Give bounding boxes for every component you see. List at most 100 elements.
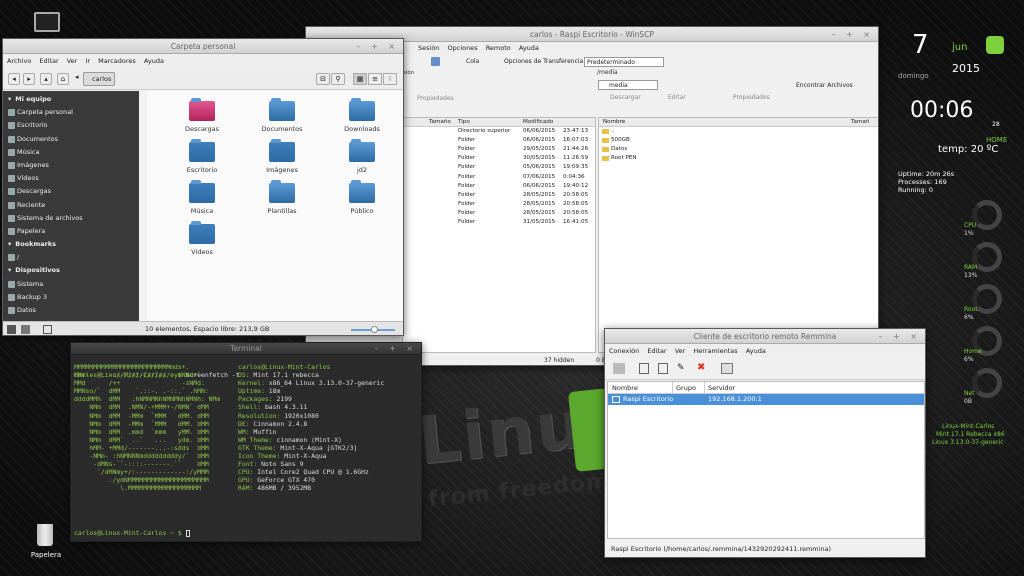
file-row[interactable]: Folder 05/06/2015 19:09:35 — [403, 163, 595, 172]
menu-sesion[interactable]: Sesión — [418, 44, 439, 52]
col-size[interactable]: Tamañ — [851, 118, 869, 127]
col-servidor[interactable]: Servidor — [704, 382, 735, 394]
zoom-slider-handle[interactable] — [371, 326, 378, 333]
edit-button[interactable]: Editar — [668, 94, 686, 101]
col-modified[interactable]: Modificado — [523, 118, 553, 127]
terminal-window[interactable]: Terminal – + × carlos@Linux-Mint-Carlos ~… — [70, 342, 422, 542]
sidebar-item[interactable]: Sistema — [3, 278, 139, 291]
menu-ir[interactable]: Ir — [85, 57, 90, 65]
sidebar-item[interactable]: Documentos — [3, 133, 139, 146]
window-controls[interactable]: – + × — [357, 39, 400, 54]
menu-remoto[interactable]: Remoto — [486, 44, 511, 52]
folder-item[interactable]: Plantillas — [247, 180, 317, 215]
menu-ver[interactable]: Ver — [675, 347, 686, 355]
sidebar-item[interactable]: Vídeos — [3, 172, 139, 185]
folder-item[interactable]: Público — [327, 180, 397, 215]
winscp-left-filelist[interactable]: Tamaño Tipo Modificado Directorio superi… — [402, 117, 596, 353]
up-icon[interactable]: ▴ — [40, 73, 52, 85]
file-row[interactable]: Datos — [599, 145, 878, 154]
sidebar-item[interactable]: / — [3, 251, 139, 264]
edit-icon[interactable]: ✎ — [677, 363, 687, 374]
sidebar-item[interactable]: Papelera — [3, 225, 139, 238]
trash-desktop-icon[interactable] — [37, 524, 53, 546]
file-row[interactable]: 500GB — [599, 136, 878, 145]
folder-item[interactable]: jd2 — [327, 139, 397, 174]
delete-icon[interactable]: ✖ — [697, 362, 707, 373]
menu-marcadores[interactable]: Marcadores — [98, 57, 136, 65]
file-row[interactable]: Folder 28/05/2015 20:58:05 — [403, 191, 595, 200]
sidebar-item[interactable]: Descargas — [3, 185, 139, 198]
list-view-icon[interactable]: ≡ — [368, 73, 382, 85]
download-button[interactable]: Descargar — [610, 94, 641, 101]
file-row[interactable]: Folder 29/05/2015 21:44:26 — [403, 145, 595, 154]
folder-item[interactable]: Escritorio — [167, 139, 237, 174]
props-button[interactable]: Propiedades — [733, 94, 770, 101]
folder-item[interactable]: Música — [167, 180, 237, 215]
menu-herramientas[interactable]: Herramientas — [693, 347, 737, 355]
folder-item[interactable]: Documentos — [247, 98, 317, 133]
folder-item[interactable]: Descargas — [167, 98, 237, 133]
forward-icon[interactable]: ▸ — [23, 73, 35, 85]
folder-item[interactable]: Vídeos — [167, 221, 237, 256]
menu-archivo[interactable]: Archivo — [7, 57, 31, 65]
zoom-icon[interactable]: ⊟ — [316, 73, 330, 85]
tree-icon[interactable] — [21, 325, 30, 334]
expander-icon[interactable]: ▾ — [8, 266, 11, 274]
expander-icon[interactable]: ▾ — [8, 240, 11, 248]
find-files-button[interactable]: Encontrar Archivos — [796, 82, 853, 89]
file-row[interactable]: Folder 06/06/2015 19:40:12 — [403, 182, 595, 191]
expander-icon[interactable]: ▾ — [8, 95, 11, 103]
search-icon[interactable]: ⚲ — [331, 73, 345, 85]
panel-icon[interactable] — [43, 325, 52, 334]
compact-view-icon[interactable]: ⁝ — [383, 73, 397, 85]
menu-ver[interactable]: Ver — [67, 57, 78, 65]
terminal-titlebar[interactable]: Terminal – + × — [71, 343, 421, 355]
menu-ayuda[interactable]: Ayuda — [746, 347, 766, 355]
remmina-list[interactable]: Nombre Grupo Servidor Raspi Escritorio 1… — [607, 381, 925, 539]
folder-item[interactable]: Imágenes — [247, 139, 317, 174]
file-row[interactable]: Folder 28/05/2015 20:58:05 — [403, 209, 595, 218]
sidebar-item[interactable]: Escritorio — [3, 119, 139, 132]
file-row[interactable]: Folder 06/06/2015 16:07:03 — [403, 136, 595, 145]
file-row[interactable]: Folder 07/06/2015 0:04:36 — [403, 173, 595, 182]
menu-conexion[interactable]: Conexión — [609, 347, 639, 355]
computer-desktop-icon[interactable] — [34, 12, 60, 32]
menu-ayuda[interactable]: Ayuda — [519, 44, 539, 52]
col-size[interactable]: Tamaño — [429, 118, 451, 127]
menu-opciones[interactable]: Opciones — [448, 44, 478, 52]
window-controls[interactable]: – + × — [832, 27, 875, 42]
winscp-right-filelist[interactable]: Nombre Tamañ .. 500GB Datos Root PEN — [598, 117, 878, 353]
connect-icon[interactable] — [613, 363, 625, 374]
menu-editar[interactable]: Editar — [39, 57, 58, 65]
fm-titlebar[interactable]: Carpeta personal – + × — [3, 39, 403, 54]
path-button-carlos[interactable]: carlos — [83, 72, 115, 86]
col-grupo[interactable]: Grupo — [672, 382, 696, 394]
icon-view-icon[interactable]: ▦ — [353, 73, 367, 85]
new-icon[interactable] — [639, 363, 649, 374]
winscp-right-dir-select[interactable]: media — [598, 80, 658, 90]
file-row[interactable]: Folder 31/05/2015 16:41:05 — [403, 218, 595, 227]
home-icon[interactable]: ⌂ — [57, 73, 69, 85]
prefs-icon[interactable] — [721, 363, 733, 374]
menu-editar[interactable]: Editar — [647, 347, 666, 355]
file-row[interactable]: Folder 30/05/2015 11:26:59 — [403, 154, 595, 163]
col-name[interactable]: Nombre — [603, 118, 625, 127]
col-nombre[interactable]: Nombre — [612, 382, 638, 394]
file-row[interactable]: Root PEN — [599, 154, 878, 163]
window-controls[interactable]: – + × — [375, 343, 418, 355]
col-type[interactable]: Tipo — [458, 118, 470, 127]
fm-content[interactable]: Descargas Documentos Downloads Escritorio Im… — [147, 91, 403, 321]
file-row[interactable]: Directorio superior 06/06/2015 23:47:13 — [403, 127, 595, 136]
file-row[interactable]: .. — [599, 127, 878, 136]
sidebar-item[interactable]: Sistema de archivos — [3, 212, 139, 225]
menu-ayuda[interactable]: Ayuda — [144, 57, 164, 65]
sidebar-item[interactable]: Música — [3, 146, 139, 159]
sidebar-item[interactable]: Reciente — [3, 199, 139, 212]
terminal-output[interactable]: carlos@Linux-Mint-Carlos ~ $ screenfetch… — [74, 355, 420, 541]
left-props-button[interactable]: Propiedades — [417, 95, 454, 102]
file-row[interactable]: Folder 28/05/2015 20:58:05 — [403, 200, 595, 209]
queue-button[interactable]: Cola — [466, 55, 479, 69]
transfer-preset-select[interactable]: Predeterminado — [584, 57, 664, 67]
remmina-window[interactable]: Cliente de escritorio remoto Remmina – + … — [604, 328, 926, 558]
window-controls[interactable]: – + × — [879, 329, 922, 344]
